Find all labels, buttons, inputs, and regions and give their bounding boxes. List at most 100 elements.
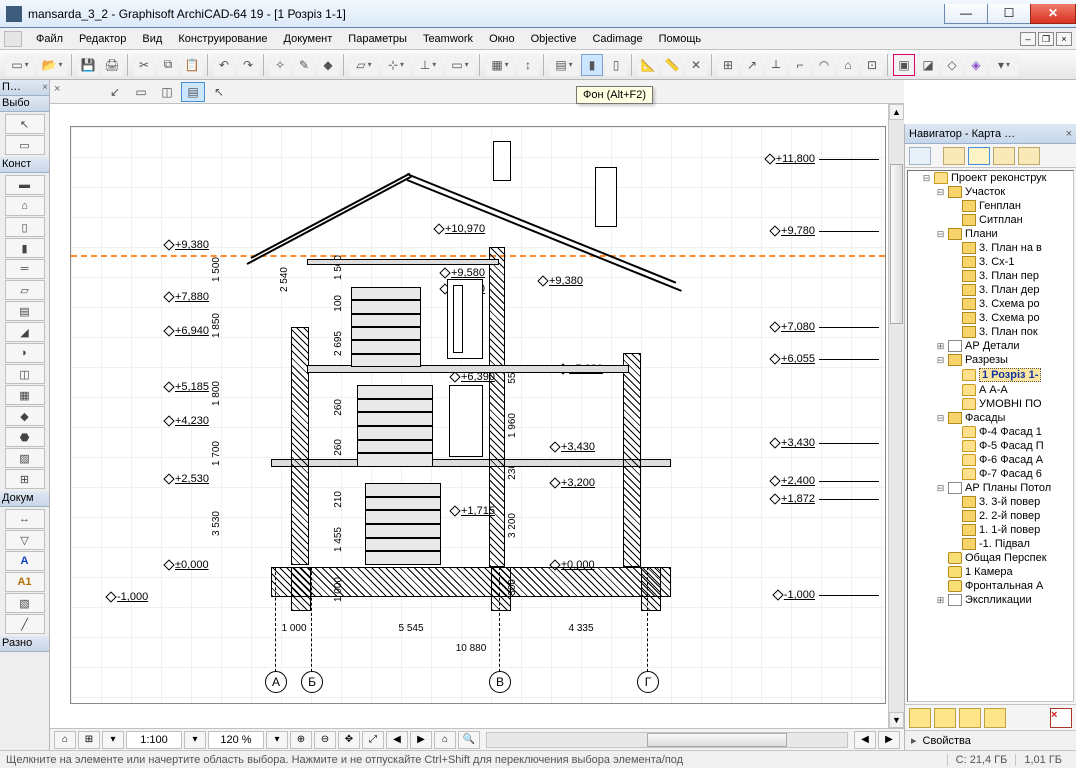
tb-c[interactable]: ⟂ [765, 54, 787, 76]
nav-f1[interactable] [909, 708, 931, 728]
menu-window[interactable]: Окно [481, 30, 523, 48]
tree-item[interactable]: А А-А [950, 383, 1073, 397]
tree-item[interactable]: 2. 2-й повер [950, 509, 1073, 523]
open-button[interactable]: 📂 [37, 54, 67, 76]
morph-tool[interactable]: ◆ [5, 406, 45, 426]
vb-nav4[interactable]: ⤢ [362, 731, 384, 749]
roof-tool[interactable]: ◢ [5, 322, 45, 342]
nav-tab-5[interactable] [1018, 147, 1040, 165]
vb-opt3[interactable]: ▾ [102, 731, 124, 749]
paste-button[interactable]: 📋 [181, 54, 203, 76]
vertical-scrollbar[interactable]: ▲ ▼ [888, 104, 904, 728]
tree-root[interactable]: ⊟Проект реконструк [922, 171, 1073, 185]
vb-opt2[interactable]: ⊞ [78, 731, 100, 749]
vb-4[interactable]: ▤ [181, 82, 205, 102]
nav-delete-button[interactable]: × [1050, 708, 1072, 728]
beam-tool[interactable]: ═ [5, 259, 45, 279]
navigator-close-icon[interactable]: × [1066, 128, 1072, 140]
tree-item[interactable]: ⊞АР Детали [936, 339, 1073, 353]
measure-button[interactable]: 📐 [637, 54, 659, 76]
tb-j[interactable]: ◇ [941, 54, 963, 76]
navigator-props[interactable]: Свойства [905, 730, 1076, 750]
hscroll-left-icon[interactable]: ◀ [854, 731, 876, 749]
tree-item[interactable]: Ф-6 Фасад А [950, 453, 1073, 467]
tb-g[interactable]: ⊡ [861, 54, 883, 76]
door-tool[interactable]: ⌂ [5, 196, 45, 216]
vb-nav1[interactable]: ⊕ [290, 731, 312, 749]
snap3-button[interactable]: ⊥ [413, 54, 443, 76]
palette-hdr-1[interactable]: П…× [0, 80, 49, 96]
tree-item[interactable]: 3. 3-й повер [950, 495, 1073, 509]
redo-button[interactable]: ↷ [237, 54, 259, 76]
menu-view[interactable]: Вид [134, 30, 170, 48]
vb-nav2[interactable]: ⊖ [314, 731, 336, 749]
zone-tool[interactable]: ▨ [5, 448, 45, 468]
wand-button[interactable]: ✧ [269, 54, 291, 76]
line-tool[interactable]: ╱ [5, 614, 45, 634]
new-doc-button[interactable]: ▭ [5, 54, 35, 76]
tree-item[interactable]: Общая Перспек [936, 551, 1073, 565]
vb-3[interactable]: ◫ [155, 82, 179, 102]
tb-b[interactable]: ↗ [741, 54, 763, 76]
tree-item[interactable]: 1. 1-й повер [950, 523, 1073, 537]
expand-icon[interactable] [911, 734, 917, 747]
vb-1[interactable]: ↙ [103, 82, 127, 102]
palette-hdr-5[interactable]: Разно [0, 636, 49, 652]
vb-zoom[interactable]: ▾ [184, 731, 206, 749]
tb-h[interactable]: ▣ [893, 54, 915, 76]
column-tool[interactable]: ▮ [5, 238, 45, 258]
menu-cadimage[interactable]: Cadimage [584, 30, 650, 48]
tree-item[interactable]: Фронтальная А [936, 579, 1073, 593]
cross-button[interactable]: ✕ [685, 54, 707, 76]
tree-item[interactable]: -1. Підвал [950, 537, 1073, 551]
tree-item[interactable]: ⊞Экспликации [936, 593, 1073, 607]
mdi-restore-icon[interactable]: ❐ [1038, 32, 1054, 46]
nav-tab-3[interactable] [968, 147, 990, 165]
layer-button[interactable]: ▤ [549, 54, 579, 76]
print-button[interactable]: 🖨 [101, 54, 123, 76]
dim-tool[interactable]: ↔ [5, 509, 45, 529]
archicad-logo-icon[interactable] [4, 31, 22, 47]
close-doc-icon[interactable]: × [54, 83, 60, 95]
grid-button[interactable]: ▦ [485, 54, 515, 76]
tree-item[interactable]: ⊟Фасады [936, 411, 1073, 425]
nav-tab-4[interactable] [993, 147, 1015, 165]
navigator-tree[interactable]: ⊟Проект реконструк ⊟Участок Генплан Ситп… [907, 170, 1074, 702]
shell-tool[interactable]: ◗ [5, 343, 45, 363]
snap1-button[interactable]: ▱ [349, 54, 379, 76]
palette-hdr-4[interactable]: Докум [0, 491, 49, 507]
tb-a[interactable]: ⊞ [717, 54, 739, 76]
navigator-header[interactable]: Навигатор - Карта … × [905, 124, 1076, 144]
vb-nav6[interactable]: ▶ [410, 731, 432, 749]
tree-item[interactable]: Ситплан [950, 213, 1073, 227]
drawing-viewport[interactable]: +11,800 +9,780 +7,080 +6,055 +3,430 +2,4… [50, 104, 904, 728]
close-button[interactable] [1030, 4, 1076, 24]
menu-help[interactable]: Помощь [651, 30, 710, 48]
tree-item[interactable]: УМОВНІ ПО [950, 397, 1073, 411]
vb-nav8[interactable]: 🔍 [458, 731, 480, 749]
palette-hdr-2[interactable]: Выбо [0, 96, 49, 112]
fill-tool[interactable]: ▧ [5, 593, 45, 613]
mdi-close-icon[interactable]: × [1056, 32, 1072, 46]
stair-tool[interactable]: ▤ [5, 301, 45, 321]
scroll-thumb[interactable] [890, 164, 903, 324]
tree-item[interactable]: ⊟Участок [936, 185, 1073, 199]
zoom-input[interactable] [208, 731, 264, 749]
horizontal-scrollbar[interactable] [486, 732, 848, 748]
level-tool[interactable]: ▽ [5, 530, 45, 550]
tree-item[interactable]: 3. План дер [950, 283, 1073, 297]
menu-editor[interactable]: Редактор [71, 30, 134, 48]
scroll-up-icon[interactable]: ▲ [889, 104, 904, 120]
text-tool[interactable]: A [5, 551, 45, 571]
tb-e[interactable]: ◠ [813, 54, 835, 76]
axis-button[interactable]: ↕ [517, 54, 539, 76]
marquee-tool[interactable]: ▭ [5, 135, 45, 155]
mdi-min-icon[interactable]: – [1020, 32, 1036, 46]
background-button[interactable]: ▮ [581, 54, 603, 76]
tree-item-selected[interactable]: 1 Розріз 1- [950, 367, 1073, 383]
nav-f3[interactable] [959, 708, 981, 728]
vb-5[interactable]: ↖ [207, 82, 231, 102]
tree-item[interactable]: Ф-5 Фасад П [950, 439, 1073, 453]
menu-construct[interactable]: Конструирование [170, 30, 275, 48]
tree-item[interactable]: Ф-7 Фасад 6 [950, 467, 1073, 481]
